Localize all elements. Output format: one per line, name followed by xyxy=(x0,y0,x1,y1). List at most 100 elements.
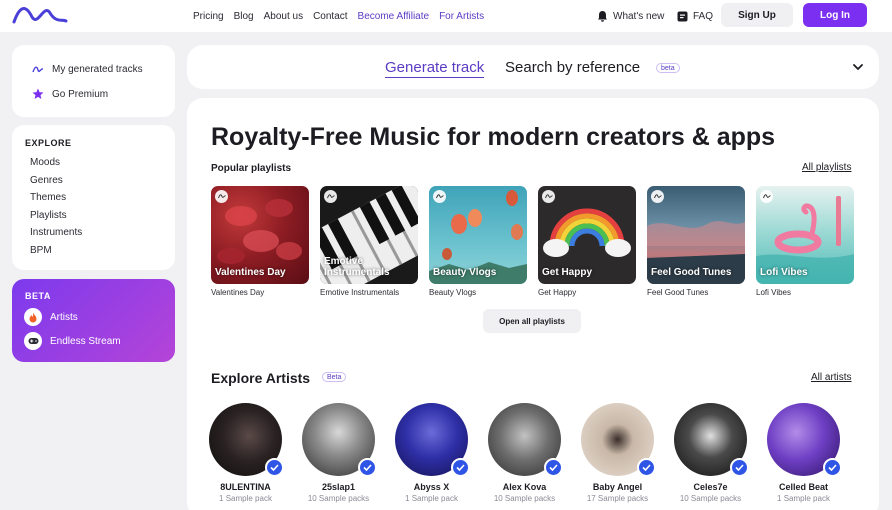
artist-row: 8ULENTINA 1 Sample pack 25slap1 10 Sampl… xyxy=(209,403,842,503)
verified-check-icon xyxy=(823,458,842,477)
artist-pack-count: 1 Sample pack xyxy=(777,494,830,503)
tab-search-by-reference[interactable]: Search by reference xyxy=(505,59,640,76)
playlist-card[interactable]: Get Happy Get Happy xyxy=(538,186,636,297)
sidebar-item-themes[interactable]: Themes xyxy=(30,191,82,209)
nav-link-contact[interactable]: Contact xyxy=(313,11,347,22)
artist-card[interactable]: Abyss X 1 Sample pack xyxy=(395,403,470,503)
playlist-overlay-title: Feel Good Tunes xyxy=(651,267,732,278)
page-title: Royalty-Free Music for modern creators &… xyxy=(211,123,776,151)
sidebar-item-endless-stream[interactable]: Endless Stream xyxy=(24,332,121,350)
artist-pack-count: 1 Sample pack xyxy=(405,494,458,503)
open-all-playlists-button[interactable]: Open all playlists xyxy=(483,309,581,333)
verified-check-icon xyxy=(544,458,563,477)
sidebar-quick-links: My generated tracks Go Premium xyxy=(12,45,175,117)
sidebar-item-artists[interactable]: Artists xyxy=(24,308,78,326)
playlist-card[interactable]: Valentines Day Valentines Day xyxy=(211,186,309,297)
chevron-down-icon[interactable] xyxy=(851,60,865,74)
all-artists-link[interactable]: All artists xyxy=(811,372,852,383)
beta-badge: beta xyxy=(656,63,680,73)
beta-badge: Beta xyxy=(322,372,347,382)
all-playlists-link[interactable]: All playlists xyxy=(802,162,851,173)
sidebar-item-playlists[interactable]: Playlists xyxy=(30,209,82,227)
faq-link[interactable]: FAQ xyxy=(677,0,713,32)
artist-name: Celes7e xyxy=(693,482,728,492)
artist-card[interactable]: 8ULENTINA 1 Sample pack xyxy=(209,403,284,503)
tab-generate-track[interactable]: Generate track xyxy=(385,59,485,78)
popular-playlists-heading: Popular playlists xyxy=(211,163,292,174)
playlist-card[interactable]: Feel Good Tunes Feel Good Tunes xyxy=(647,186,745,297)
sidebar-item-instruments[interactable]: Instruments xyxy=(30,226,82,244)
sidebar-item-label: Go Premium xyxy=(52,88,109,100)
artist-pack-count: 10 Sample packs xyxy=(679,494,742,503)
wave-icon xyxy=(32,66,44,72)
nav-link-pricing[interactable]: Pricing xyxy=(193,11,224,22)
playlist-card[interactable]: Emotive Instrumentals Emotive Instrument… xyxy=(320,186,418,297)
artist-pack-count: 10 Sample packs xyxy=(493,494,556,503)
sidebar-item-genres[interactable]: Genres xyxy=(30,174,82,192)
log-in-button[interactable]: Log In xyxy=(803,3,867,27)
star-icon xyxy=(32,88,44,99)
sidebar-item-label: Artists xyxy=(50,311,78,323)
nav-links: Pricing Blog About us Contact Become Aff… xyxy=(193,0,484,32)
sidebar-beta: BETA Artists Endless Stream xyxy=(12,279,175,362)
main-content: Royalty-Free Music for modern creators &… xyxy=(187,98,879,510)
playlist-overlay-title: Lofi Vibes xyxy=(760,267,808,278)
sidebar-item-moods[interactable]: Moods xyxy=(30,156,82,174)
verified-check-icon xyxy=(451,458,470,477)
sidebar-item-label: My generated tracks xyxy=(52,64,143,75)
playlist-title: Valentines Day xyxy=(211,288,265,297)
playlist-cover: Valentines Day xyxy=(211,186,309,284)
artist-card[interactable]: Baby Angel 17 Sample packs xyxy=(581,403,656,503)
nav-link-affiliate[interactable]: Become Affiliate xyxy=(358,11,430,22)
wave-badge-icon xyxy=(760,190,773,203)
playlist-cover: Beauty Vlogs xyxy=(429,186,527,284)
nav-link-for-artists[interactable]: For Artists xyxy=(439,11,484,22)
playlist-title: Get Happy xyxy=(538,288,577,297)
sign-up-button[interactable]: Sign Up xyxy=(721,3,793,27)
artist-card[interactable]: 25slap1 10 Sample packs xyxy=(302,403,377,503)
whats-new-link[interactable]: What's new xyxy=(597,0,664,32)
playlist-card[interactable]: Lofi Vibes Lofi Vibes xyxy=(756,186,854,297)
whats-new-label: What's new xyxy=(613,10,665,22)
nav-link-blog[interactable]: Blog xyxy=(234,11,254,22)
artist-name: 25slap1 xyxy=(321,482,356,492)
verified-check-icon xyxy=(637,458,656,477)
explore-artists-heading: Explore Artists xyxy=(211,370,311,386)
verified-check-icon xyxy=(358,458,377,477)
sidebar-item-bpm[interactable]: BPM xyxy=(30,244,82,262)
playlist-cover: Feel Good Tunes xyxy=(647,186,745,284)
playlist-cover: Emotive Instrumentals xyxy=(320,186,418,284)
fire-icon xyxy=(24,308,42,326)
wave-badge-icon xyxy=(651,190,664,203)
artist-pack-count: 10 Sample packs xyxy=(307,494,370,503)
artist-name: Celled Beat xyxy=(778,482,829,492)
artist-card[interactable]: Celled Beat 1 Sample pack xyxy=(767,403,842,503)
artist-name: Abyss X xyxy=(413,482,450,492)
playlist-title: Emotive Instrumentals xyxy=(320,288,400,297)
nav-link-about[interactable]: About us xyxy=(264,11,303,22)
faq-icon xyxy=(677,11,688,21)
sidebar-explore: EXPLORE Moods Genres Themes Playlists In… xyxy=(12,125,175,270)
playlist-overlay-title: Valentines Day xyxy=(215,267,286,278)
playlist-cover: Get Happy xyxy=(538,186,636,284)
sidebar-item-go-premium[interactable]: Go Premium xyxy=(32,88,108,100)
gamepad-icon xyxy=(24,332,42,350)
artist-name: Baby Angel xyxy=(592,482,643,492)
playlist-title: Lofi Vibes xyxy=(756,288,791,297)
beta-heading: BETA xyxy=(25,291,51,301)
wave-badge-icon xyxy=(542,190,555,203)
artist-card[interactable]: Celes7e 10 Sample packs xyxy=(674,403,749,503)
verified-check-icon xyxy=(265,458,284,477)
logo-wave-icon[interactable] xyxy=(12,7,68,25)
playlist-cover: Lofi Vibes xyxy=(756,186,854,284)
artist-card[interactable]: Alex Kova 10 Sample packs xyxy=(488,403,563,503)
explore-list: Moods Genres Themes Playlists Instrument… xyxy=(30,156,82,261)
playlist-overlay-title: Beauty Vlogs xyxy=(433,267,497,278)
artist-pack-count: 1 Sample pack xyxy=(219,494,272,503)
sidebar-item-label: Endless Stream xyxy=(50,335,121,347)
verified-check-icon xyxy=(730,458,749,477)
sidebar-item-my-tracks[interactable]: My generated tracks xyxy=(32,64,143,75)
playlist-card[interactable]: Beauty Vlogs Beauty Vlogs xyxy=(429,186,527,297)
playlist-overlay-title: Emotive Instrumentals xyxy=(324,256,390,278)
playlist-overlay-title: Get Happy xyxy=(542,267,593,278)
